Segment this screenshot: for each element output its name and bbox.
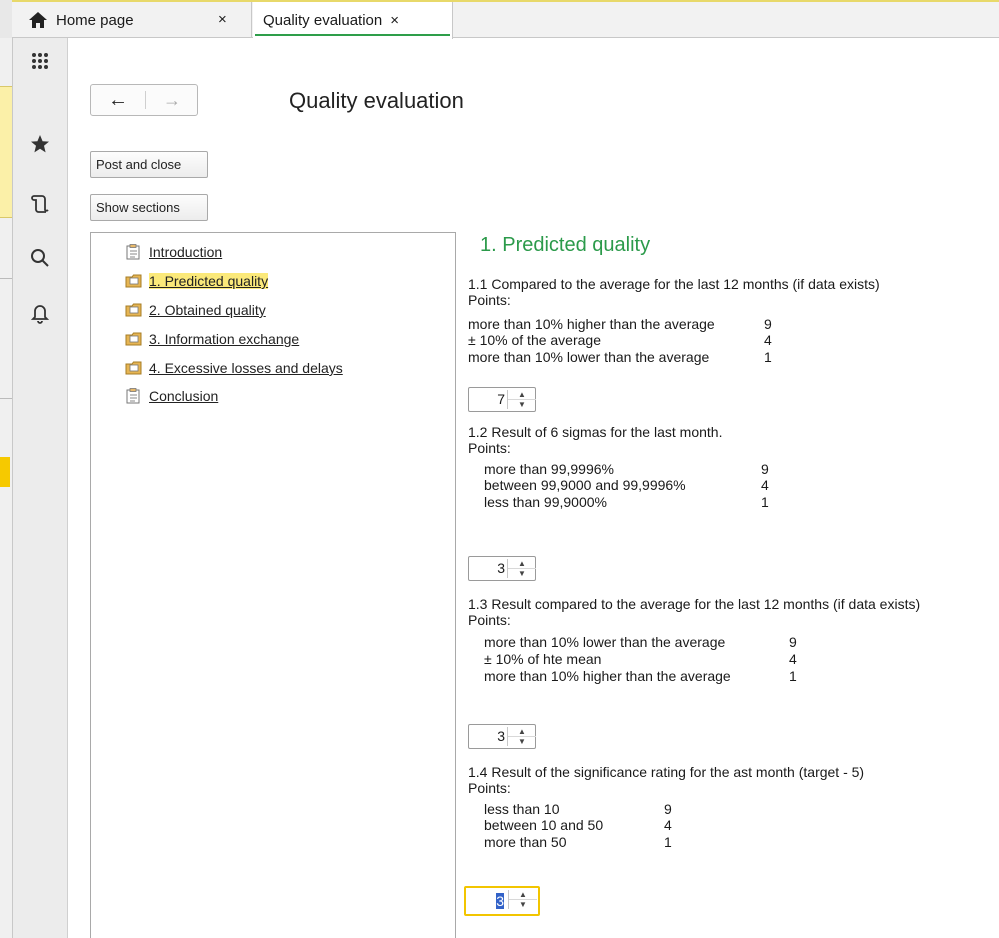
tab-active-label: Quality evaluation xyxy=(263,12,383,29)
tab-active-indicator xyxy=(255,34,450,36)
score-stepper[interactable]: 7 ▲ ▼ xyxy=(468,387,536,412)
show-sections-button[interactable]: Show sections xyxy=(90,194,208,221)
folder-icon xyxy=(125,274,142,288)
question-heading: 1.3 Result compared to the average for t… xyxy=(468,596,921,612)
criterion-points: 9 xyxy=(761,461,769,477)
question-heading: 1.1 Compared to the average for the last… xyxy=(468,276,880,292)
stepper-arrows: ▲ ▼ xyxy=(507,727,536,746)
criterion-points: 9 xyxy=(789,634,797,650)
criterion-text: more than 10% higher than the average xyxy=(468,316,715,332)
criterion-points: 1 xyxy=(664,834,672,850)
section-title: 1. Predicted quality xyxy=(480,234,651,256)
criterion-text: more than 10% lower than the average xyxy=(484,634,726,650)
left-edge-divider xyxy=(0,278,12,279)
tab-active-close-icon[interactable]: × xyxy=(390,12,399,29)
stepper-down-icon[interactable]: ▼ xyxy=(508,569,536,578)
forward-button[interactable]: → xyxy=(146,85,198,115)
criterion-points: 1 xyxy=(761,494,769,510)
tree-item-excessive-losses[interactable]: 4. Excessive losses and delays xyxy=(125,358,343,378)
tree-item-label: 3. Information exchange xyxy=(149,331,300,347)
folder-icon xyxy=(125,303,142,317)
stepper-down-icon[interactable]: ▼ xyxy=(508,400,536,409)
bell-icon[interactable] xyxy=(13,304,67,330)
star-icon[interactable] xyxy=(13,134,67,160)
criterion-text: between 10 and 50 xyxy=(484,817,604,833)
tree-item-conclusion[interactable]: Conclusion xyxy=(125,386,218,406)
score-value-selected: 3 xyxy=(496,893,504,909)
history-nav: ← → xyxy=(90,84,198,116)
criterion-points: 4 xyxy=(761,477,769,493)
question-heading: 1.4 Result of the significance rating fo… xyxy=(468,764,865,780)
tree-item-label: 4. Excessive losses and delays xyxy=(149,360,343,376)
tree-item-obtained-quality[interactable]: 2. Obtained quality xyxy=(125,300,266,320)
sections-tree: Introduction 1. Predicted quality 2. Obt… xyxy=(90,232,456,938)
criterion-text: less than 10 xyxy=(484,801,560,817)
stepper-up-icon[interactable]: ▲ xyxy=(508,390,536,400)
criterion-points: 4 xyxy=(789,651,797,667)
sidebar xyxy=(13,38,68,938)
tree-item-predicted-quality[interactable]: 1. Predicted quality xyxy=(125,271,269,291)
score-value[interactable]: 3 xyxy=(469,560,505,576)
criterion-points: 1 xyxy=(764,349,772,365)
points-label: Points: xyxy=(468,292,511,308)
stepper-up-icon[interactable]: ▲ xyxy=(508,559,536,569)
points-label: Points: xyxy=(468,612,511,628)
left-edge-divider xyxy=(0,398,12,399)
criterion-points: 1 xyxy=(789,668,797,684)
tree-item-label: Introduction xyxy=(149,244,223,260)
stepper-down-icon[interactable]: ▼ xyxy=(508,737,536,746)
home-icon xyxy=(29,12,47,28)
tab-home-label: Home page xyxy=(56,11,134,29)
score-stepper-focused[interactable]: 3 ▲ ▼ xyxy=(464,886,540,916)
folder-icon xyxy=(125,361,142,375)
criterion-points: 9 xyxy=(764,316,772,332)
tree-item-introduction[interactable]: Introduction xyxy=(125,242,222,262)
tree-item-label: 1. Predicted quality xyxy=(149,273,269,289)
tree-item-label: 2. Obtained quality xyxy=(149,302,266,318)
stepper-arrows: ▲ ▼ xyxy=(507,559,536,578)
left-edge-highlight xyxy=(0,86,12,218)
score-stepper[interactable]: 3 ▲ ▼ xyxy=(468,724,536,749)
left-edge-marker xyxy=(0,457,10,487)
criterion-text: between 99,9000 and 99,9996% xyxy=(484,477,686,493)
tree-item-information-exchange[interactable]: 3. Information exchange xyxy=(125,329,299,349)
tab-quality-evaluation[interactable]: Quality evaluation × xyxy=(253,2,453,39)
question-heading: 1.2 Result of 6 sigmas for the last mont… xyxy=(468,424,723,440)
stepper-arrows: ▲ ▼ xyxy=(507,390,536,409)
points-label: Points: xyxy=(468,440,511,456)
criterion-text: more than 10% lower than the average xyxy=(468,349,710,365)
score-value[interactable]: 7 xyxy=(469,391,505,407)
back-button[interactable]: ← xyxy=(91,85,145,115)
criterion-text: more than 50 xyxy=(484,834,567,850)
post-and-close-button[interactable]: Post and close xyxy=(90,151,208,178)
tree-item-label: Conclusion xyxy=(149,388,219,404)
criterion-text: less than 99,9000% xyxy=(484,494,607,510)
criterion-points: 4 xyxy=(764,332,772,348)
tab-home[interactable]: Home page × xyxy=(12,2,252,38)
stepper-up-icon[interactable]: ▲ xyxy=(509,890,537,900)
criterion-text: ± 10% of hte mean xyxy=(484,651,602,667)
stepper-down-icon[interactable]: ▼ xyxy=(509,900,537,909)
document-icon xyxy=(126,244,140,260)
score-stepper[interactable]: 3 ▲ ▼ xyxy=(468,556,536,581)
left-edge-top xyxy=(0,0,12,38)
criterion-points: 9 xyxy=(664,801,672,817)
score-value[interactable]: 3 xyxy=(469,728,505,744)
criterion-text: more than 99,9996% xyxy=(484,461,614,477)
criterion-text: more than 10% higher than the average xyxy=(484,668,731,684)
tab-home-close-icon[interactable]: × xyxy=(218,11,227,28)
history-icon[interactable] xyxy=(13,194,67,220)
apps-grid-icon[interactable] xyxy=(13,50,67,76)
page-title: Quality evaluation xyxy=(289,88,464,113)
search-icon[interactable] xyxy=(13,248,67,274)
folder-icon xyxy=(125,332,142,346)
stepper-up-icon[interactable]: ▲ xyxy=(508,727,536,737)
tab-bar: Home page × Quality evaluation × xyxy=(12,0,999,39)
points-label: Points: xyxy=(468,780,511,796)
stepper-arrows: ▲ ▼ xyxy=(508,890,537,909)
criterion-points: 4 xyxy=(664,817,672,833)
score-value[interactable]: 3 xyxy=(466,893,504,909)
criterion-text: ± 10% of the average xyxy=(468,332,601,348)
document-icon xyxy=(126,388,140,404)
